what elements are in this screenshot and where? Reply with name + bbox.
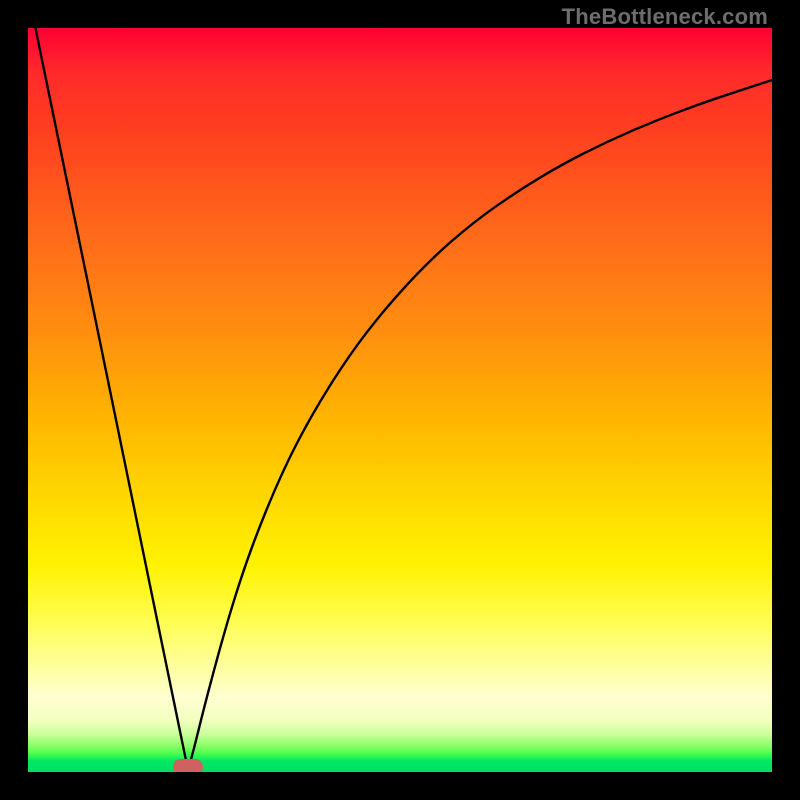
min-point-marker xyxy=(173,759,203,772)
curve-path xyxy=(35,28,772,765)
attribution-label: TheBottleneck.com xyxy=(562,4,768,30)
data-curve-layer xyxy=(28,28,772,772)
plot-area xyxy=(28,28,772,772)
